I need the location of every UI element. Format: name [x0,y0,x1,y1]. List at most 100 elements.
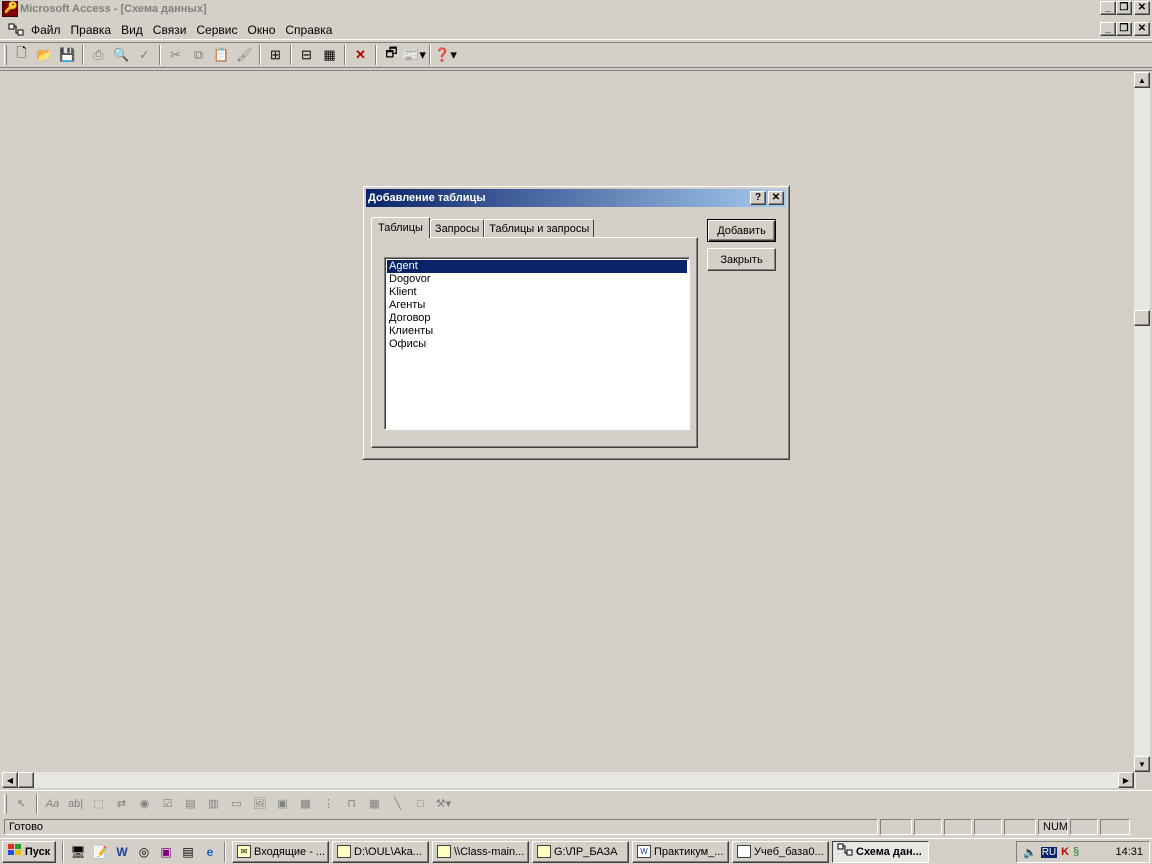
show-direct-icon[interactable]: ⊟ [295,44,318,66]
taskbar-item-inbox[interactable]: ✉ Входящие - ... [232,840,329,863]
list-item[interactable]: Офисы [387,338,687,351]
horizontal-scrollbar[interactable]: ◀ ▶ [2,772,1136,788]
list-item[interactable]: Договор [387,312,687,325]
taskbar-item-folder-lr[interactable]: G:\ЛР_БАЗА [532,840,629,863]
dialog-close-icon[interactable]: ✕ [768,191,784,205]
dialog-title-bar[interactable]: Добавление таблицы ? ✕ [366,189,786,207]
delete-icon[interactable]: ✕ [349,44,372,66]
unbound-object-icon[interactable]: ▣ [271,793,294,815]
rectangle-tool-icon[interactable]: □ [409,793,432,815]
internet-explorer-icon[interactable]: e [199,841,221,863]
print-preview-icon[interactable]: 🔍 [110,44,133,66]
list-box-icon[interactable]: ▥ [202,793,225,815]
tab-tables[interactable]: Таблицы [371,217,430,238]
volume-icon[interactable]: 🔈 [1023,846,1037,859]
copy-icon[interactable]: ⧉ [187,44,210,66]
scroll-left-arrow-icon[interactable]: ◀ [2,772,18,788]
vertical-scroll-thumb[interactable] [1134,310,1150,326]
vertical-scrollbar[interactable]: ▲ ▼ [1134,72,1150,772]
taskbar-item-network-folder[interactable]: \\Class-main... [432,840,529,863]
open-icon[interactable]: 📂 [33,44,56,66]
toolbar-grip[interactable] [4,45,7,65]
combo-box-icon[interactable]: ▤ [179,793,202,815]
doc-minimize-button[interactable]: _ [1100,22,1116,36]
bound-object-icon[interactable]: ▩ [294,793,317,815]
menu-file[interactable]: Файл [26,20,66,40]
doc-close-button[interactable]: ✕ [1134,22,1150,36]
close-button[interactable]: ✕ [1134,1,1150,15]
database-window-icon[interactable]: 🗗 [380,44,403,66]
menu-window[interactable]: Окно [242,20,280,40]
antivirus-icon[interactable]: K [1061,846,1069,858]
scroll-right-arrow-icon[interactable]: ▶ [1118,772,1134,788]
print-icon[interactable]: ⎙ [87,44,110,66]
show-table-icon[interactable]: ⊞ [264,44,287,66]
list-item[interactable]: Klient [387,286,687,299]
add-button[interactable]: Добавить [707,219,776,242]
media-player-icon[interactable]: ◎ [133,841,155,863]
app-icon-purple[interactable]: ▣ [155,841,177,863]
option-group-icon[interactable]: ⬚ [87,793,110,815]
language-indicator[interactable]: RU [1040,846,1058,858]
list-item[interactable]: Dogovor [387,273,687,286]
restore-button[interactable]: ❐ [1116,1,1132,15]
word-doc-icon: W [637,845,651,858]
taskbar-item-relationships[interactable]: Схема дан... [832,840,929,863]
menu-edit[interactable]: Правка [66,20,117,40]
option-button-icon[interactable]: ◉ [133,793,156,815]
line-tool-icon[interactable]: ╲ [386,793,409,815]
menu-tools[interactable]: Сервис [191,20,242,40]
inbox-icon: ✉ [237,845,251,858]
doc-restore-button[interactable]: ❐ [1116,22,1132,36]
command-button-icon[interactable]: ▭ [225,793,248,815]
new-icon[interactable]: 🗋 [10,44,33,66]
new-object-icon[interactable]: 📰▾ [403,44,426,66]
toggle-button-icon[interactable]: ⇄ [110,793,133,815]
select-objects-icon[interactable]: ↖ [10,793,33,815]
scroll-down-arrow-icon[interactable]: ▼ [1134,756,1150,772]
page-break-icon[interactable]: ⋮ [317,793,340,815]
start-button[interactable]: Пуск [2,840,56,863]
outlook-icon[interactable]: 📝 [89,841,111,863]
checkbox-tool-icon[interactable]: ☑ [156,793,179,815]
relationships-doc-icon[interactable] [6,22,26,38]
paste-icon[interactable]: 📋 [210,44,233,66]
minimize-button[interactable]: _ [1100,1,1116,15]
more-controls-icon[interactable]: ⚒▾ [432,793,455,815]
menu-bar: Файл Правка Вид Связи Сервис Окно Справк… [0,20,1152,40]
calculator-icon[interactable]: ▤ [177,841,199,863]
help-icon[interactable]: ❓▾ [434,44,457,66]
list-item[interactable]: Агенты [387,299,687,312]
help-question-icon[interactable]: ? [750,191,766,205]
tab-control-icon[interactable]: ⊓ [340,793,363,815]
subform-icon[interactable]: ▦ [363,793,386,815]
taskbar-item-word-doc[interactable]: W Практикум_... [632,840,729,863]
show-desktop-icon[interactable]: 🖥 [67,841,89,863]
access-app-icon[interactable] [2,1,18,17]
format-painter-icon[interactable]: 🖌 [233,44,256,66]
menu-view[interactable]: Вид [116,20,148,40]
list-item[interactable]: Agent [387,260,687,273]
clock[interactable]: 14:31 [1115,846,1143,858]
taskbar-item-access-db[interactable]: Учеб_база0... [732,840,829,863]
close-dialog-button[interactable]: Закрыть [707,248,776,271]
spelling-icon[interactable]: ✓ [133,44,156,66]
taskbar-item-folder-oul[interactable]: D:\OUL\Aka... [332,840,429,863]
image-tool-icon[interactable]: 🖼 [248,793,271,815]
tray-app-icon[interactable]: § [1073,846,1079,858]
toolbox-grip[interactable] [4,793,7,814]
tab-tables-and-queries[interactable]: Таблицы и запросы [484,219,595,237]
cut-icon[interactable]: ✂ [164,44,187,66]
scroll-up-arrow-icon[interactable]: ▲ [1134,72,1150,88]
tab-queries[interactable]: Запросы [429,219,485,237]
list-item[interactable]: Клиенты [387,325,687,338]
show-all-icon[interactable]: ▦ [318,44,341,66]
save-icon[interactable]: 💾 [56,44,79,66]
menu-relationships[interactable]: Связи [148,20,192,40]
textbox-tool-icon[interactable]: ab| [64,793,87,815]
word-icon[interactable]: W [111,841,133,863]
label-tool-icon[interactable]: Aa [41,793,64,815]
table-list[interactable]: Agent Dogovor Klient Агенты Договор Клие… [384,257,690,430]
menu-help[interactable]: Справка [280,20,337,40]
horizontal-scroll-thumb[interactable] [18,772,34,788]
